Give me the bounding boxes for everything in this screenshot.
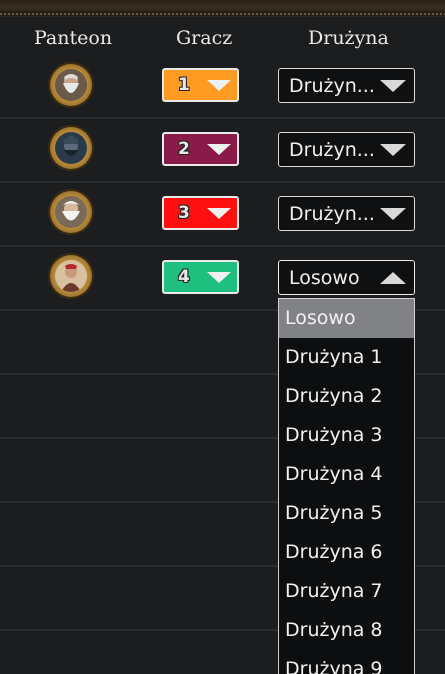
dropdown-option[interactable]: Drużyna 9	[279, 650, 414, 674]
team-select-1[interactable]: Drużyn...	[278, 68, 415, 103]
chevron-down-icon	[207, 207, 231, 219]
team-select-3[interactable]: Drużyn...	[278, 196, 415, 231]
header-pantheon: Panteon	[34, 27, 113, 49]
dropdown-option[interactable]: Drużyna 6	[279, 533, 414, 572]
white-bearded-god-portrait-icon	[55, 196, 87, 228]
dark-warrior-portrait-icon	[55, 132, 87, 164]
pantheon-avatar-1[interactable]	[50, 64, 92, 106]
chevron-down-icon	[380, 79, 406, 92]
team-dropdown-list[interactable]: Losowo Drużyna 1 Drużyna 2 Drużyna 3 Dru…	[278, 298, 415, 674]
chevron-down-icon	[380, 143, 406, 156]
player-number: 2	[178, 139, 190, 159]
bearded-elder-portrait-icon	[55, 69, 87, 101]
chevron-up-icon	[380, 271, 406, 284]
header-player: Gracz	[176, 27, 233, 49]
player-color-button-4[interactable]: 4	[162, 260, 239, 294]
pantheon-avatar-3[interactable]	[50, 191, 92, 233]
player-number: 4	[178, 267, 190, 287]
player-color-button-1[interactable]: 1	[162, 68, 239, 102]
chevron-down-icon	[207, 79, 231, 91]
team-select-value: Losowo	[289, 266, 360, 289]
row-divider	[0, 245, 445, 247]
chevron-down-icon	[207, 271, 231, 283]
robed-figure-portrait-icon	[55, 260, 87, 292]
dropdown-option[interactable]: Drużyna 7	[279, 572, 414, 611]
team-select-value: Drużyn...	[289, 74, 375, 97]
player-color-button-2[interactable]: 2	[162, 132, 239, 166]
row-divider	[0, 181, 445, 183]
header-team: Drużyna	[308, 27, 389, 49]
team-select-4[interactable]: Losowo	[278, 260, 415, 295]
player-color-button-3[interactable]: 3	[162, 196, 239, 230]
chevron-down-icon	[207, 143, 231, 155]
team-select-value: Drużyn...	[289, 138, 375, 161]
dropdown-option[interactable]: Drużyna 2	[279, 377, 414, 416]
dropdown-option[interactable]: Drużyna 4	[279, 455, 414, 494]
dropdown-option[interactable]: Drużyna 1	[279, 338, 414, 377]
pantheon-avatar-2[interactable]	[50, 127, 92, 169]
team-select-value: Drużyn...	[289, 202, 375, 225]
dropdown-option[interactable]: Drużyna 8	[279, 611, 414, 650]
dropdown-option[interactable]: Drużyna 3	[279, 416, 414, 455]
top-border	[0, 0, 445, 17]
player-number: 3	[178, 203, 190, 223]
row-divider	[0, 117, 445, 119]
pantheon-avatar-4[interactable]	[50, 255, 92, 297]
dropdown-option[interactable]: Drużyna 5	[279, 494, 414, 533]
team-select-2[interactable]: Drużyn...	[278, 132, 415, 167]
player-number: 1	[178, 75, 190, 95]
chevron-down-icon	[380, 207, 406, 220]
dropdown-option[interactable]: Losowo	[279, 299, 414, 338]
